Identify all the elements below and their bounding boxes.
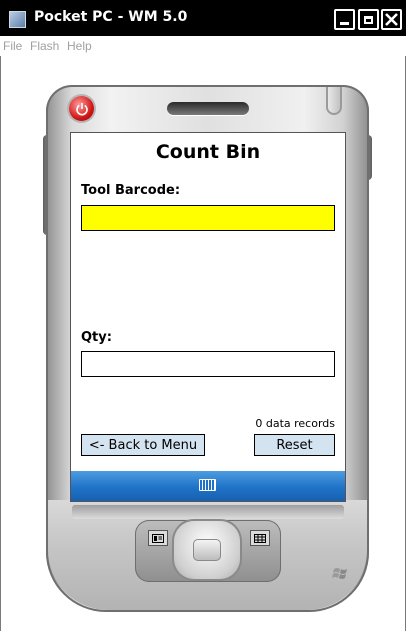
maximize-icon[interactable]: [358, 9, 379, 30]
reset-button[interactable]: Reset: [254, 434, 335, 456]
menu-flash[interactable]: Flash: [30, 39, 59, 53]
stylus-slot: [326, 87, 342, 115]
device-screen: Count Bin Tool Barcode: Qty: 0 data reco…: [70, 132, 346, 502]
qty-input[interactable]: [81, 351, 335, 377]
dpad-center-button[interactable]: [193, 539, 221, 561]
qty-label: Qty:: [81, 330, 112, 345]
minimize-icon[interactable]: [334, 9, 355, 30]
data-records-count: 0 data records: [255, 417, 335, 430]
window-border-left: [0, 56, 1, 631]
windows-logo-icon: [332, 566, 350, 580]
menu-help[interactable]: Help: [67, 39, 92, 53]
keyboard-icon[interactable]: [199, 479, 216, 491]
menu-bar: File Flash Help: [0, 36, 406, 56]
device-nav-bar: [72, 505, 344, 519]
back-to-menu-button[interactable]: <- Back to Menu: [81, 434, 205, 456]
app-icon: [9, 11, 26, 28]
screen-title: Count Bin: [155, 141, 261, 163]
window-titlebar: Pocket PC - WM 5.0: [0, 0, 406, 36]
softkey-right-icon[interactable]: [250, 530, 270, 546]
tool-barcode-label: Tool Barcode:: [81, 183, 181, 198]
close-icon[interactable]: [381, 9, 402, 30]
speaker-grille: [167, 102, 249, 115]
window-title: Pocket PC - WM 5.0: [34, 9, 188, 25]
input-taskbar: [71, 471, 345, 501]
power-icon[interactable]: [69, 96, 94, 121]
softkey-left-icon[interactable]: [148, 530, 168, 546]
tool-barcode-input[interactable]: [81, 205, 335, 231]
menu-file[interactable]: File: [3, 39, 22, 53]
